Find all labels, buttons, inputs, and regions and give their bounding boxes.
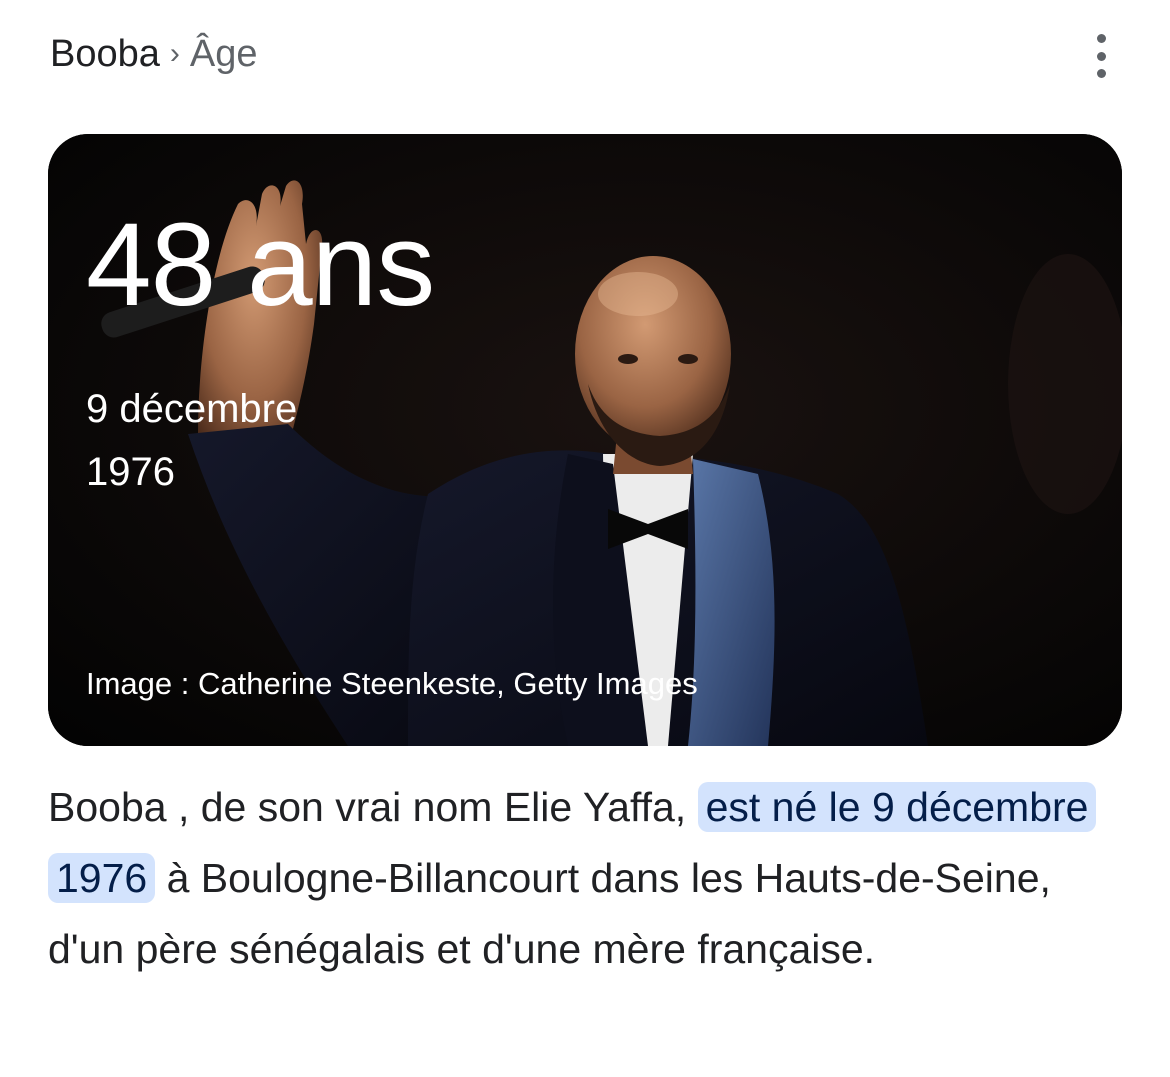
- summary-before: Booba , de son vrai nom Elie Yaffa,: [48, 784, 698, 830]
- birth-year: 1976: [86, 450, 175, 494]
- breadcrumb-current: Âge: [189, 32, 258, 75]
- birth-day-month: 9 décembre: [86, 387, 298, 431]
- more-vert-icon[interactable]: [1086, 34, 1116, 78]
- age-card[interactable]: 48 ans 9 décembre 1976 Image : Catherine…: [48, 134, 1122, 746]
- breadcrumb-separator: ›: [169, 37, 180, 70]
- header-bar: Booba › Âge: [50, 26, 1146, 82]
- summary-after: à Boulogne-Billancourt dans les Hauts-de…: [48, 855, 1051, 972]
- birth-date: 9 décembre 1976: [86, 378, 297, 504]
- summary-text: Booba , de son vrai nom Elie Yaffa, est …: [48, 772, 1128, 985]
- image-credit[interactable]: Image : Catherine Steenkeste, Getty Imag…: [86, 666, 698, 702]
- age-value: 48 ans: [86, 199, 435, 331]
- breadcrumb: Booba › Âge: [50, 33, 258, 76]
- breadcrumb-root[interactable]: Booba: [50, 33, 160, 76]
